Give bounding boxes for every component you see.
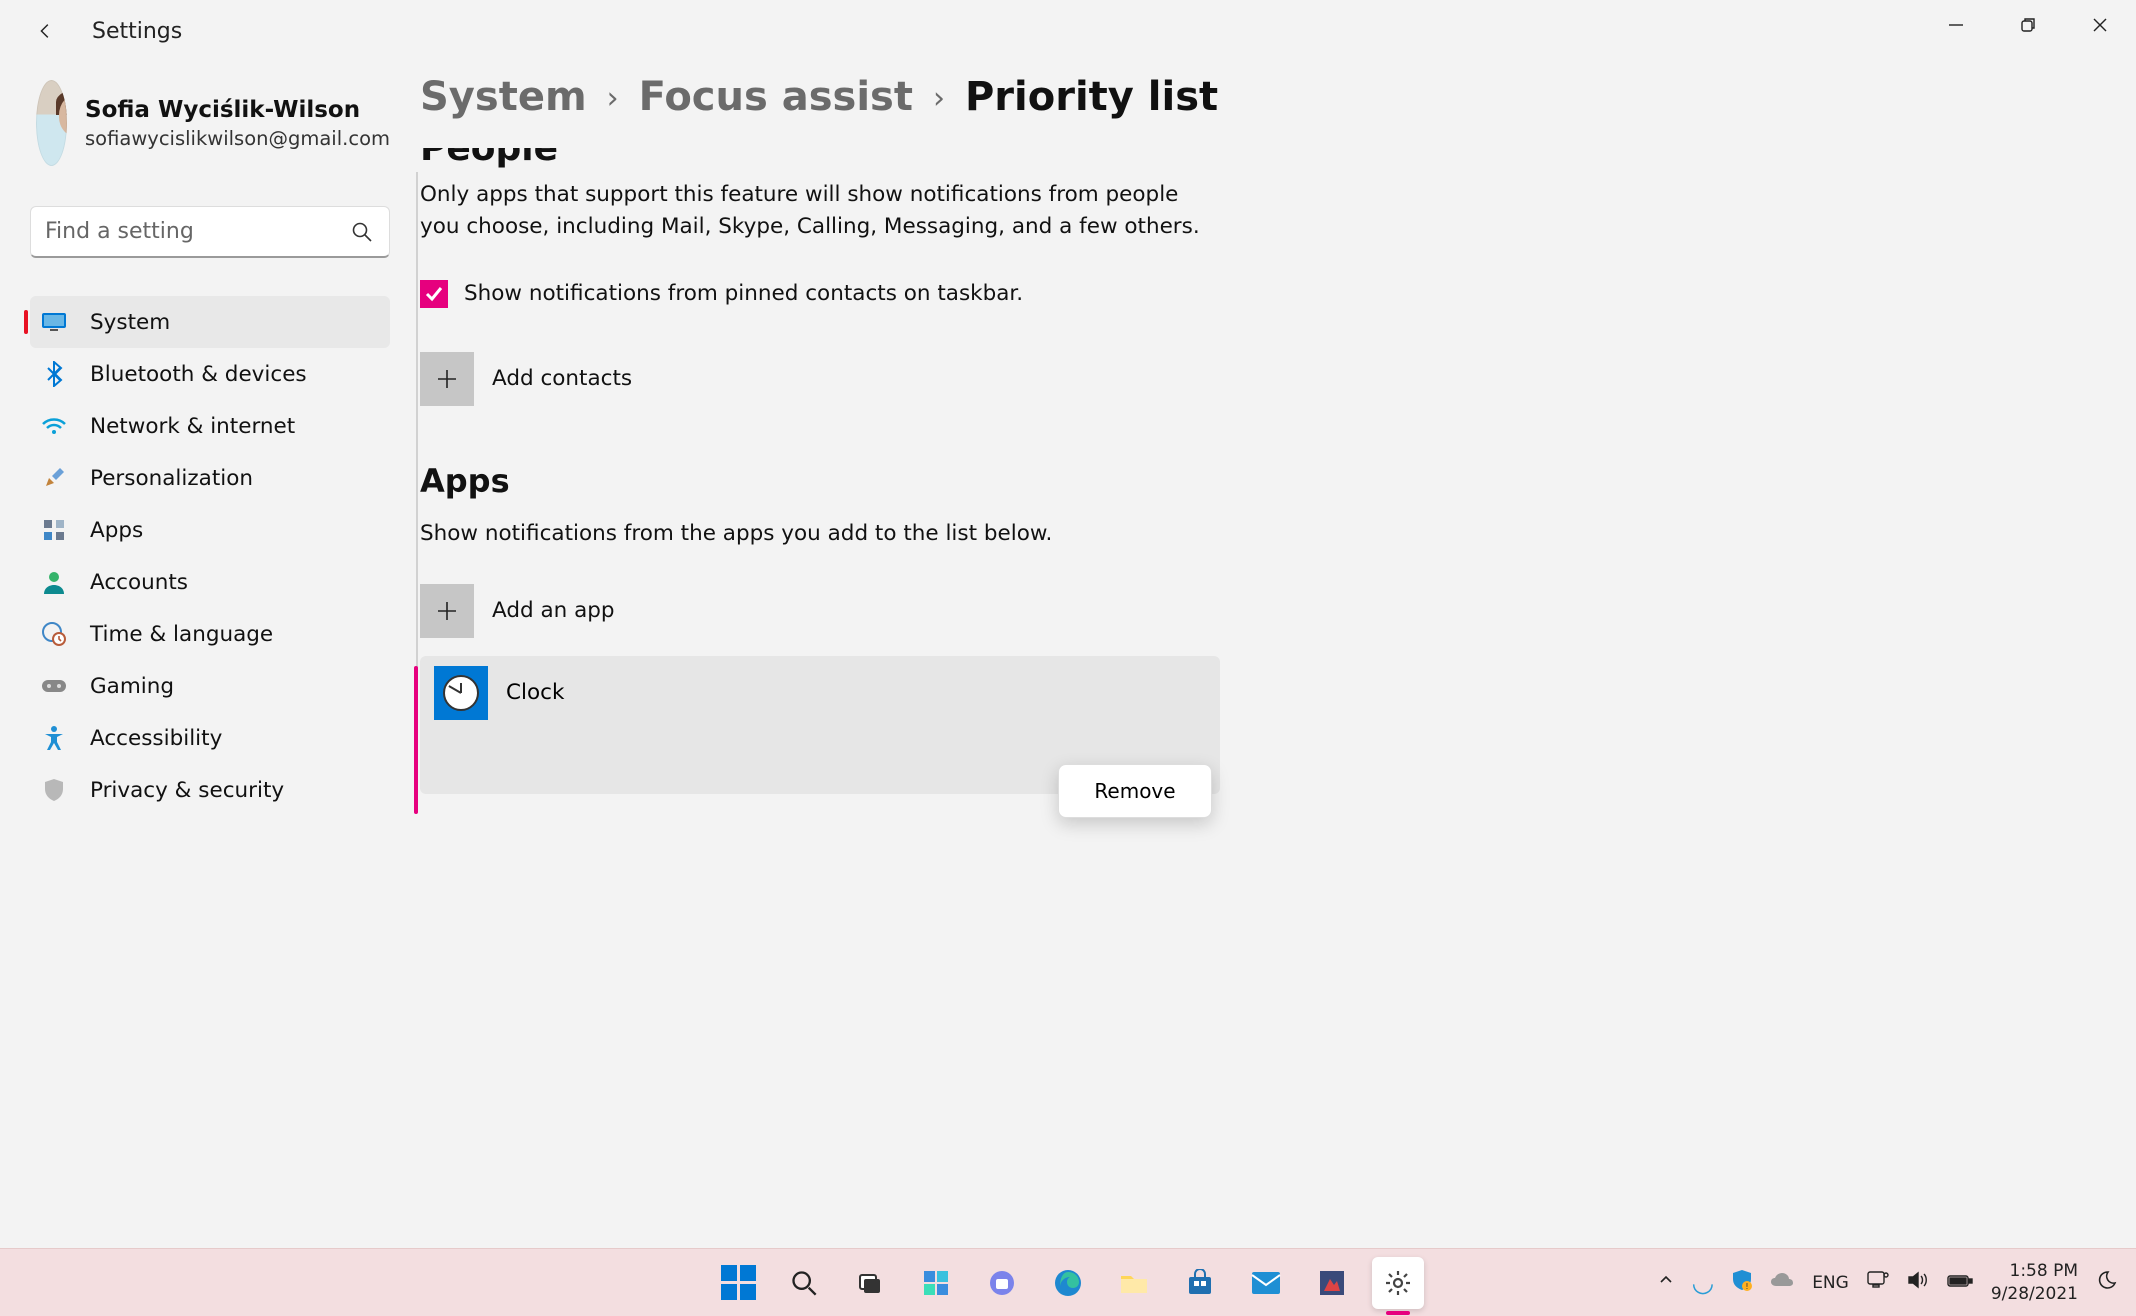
profile-email: sofiawycislikwilson@gmail.com <box>85 127 390 150</box>
sidebar-item-label: Accounts <box>90 570 188 595</box>
edge-icon[interactable] <box>1042 1257 1094 1309</box>
search-input[interactable] <box>30 206 390 258</box>
context-menu-label: Remove <box>1094 779 1175 803</box>
tray-volume-icon[interactable] <box>1907 1271 1929 1294</box>
maximize-button[interactable] <box>1992 0 2064 50</box>
monitor-icon <box>40 308 68 336</box>
breadcrumb-item[interactable]: Focus assist <box>639 74 913 120</box>
sidebar-item-label: Bluetooth & devices <box>90 362 307 387</box>
section-heading-apps: Apps <box>420 462 2096 500</box>
close-button[interactable] <box>2064 0 2136 50</box>
widgets-icon[interactable] <box>910 1257 962 1309</box>
task-view-icon[interactable] <box>844 1257 896 1309</box>
tray-security-icon[interactable]: ! <box>1732 1269 1752 1296</box>
system-tray: ◡ ! ENG 1:58 PM 9/28/2021 <box>1658 1260 2119 1304</box>
brush-icon <box>40 464 68 492</box>
gamepad-icon <box>40 672 68 700</box>
profile-name: Sofia Wyciślik-Wilson <box>85 97 390 123</box>
pinned-contacts-checkbox-row[interactable]: Show notifications from pinned contacts … <box>420 280 2096 308</box>
add-app-label: Add an app <box>492 598 615 623</box>
sidebar-item-label: Accessibility <box>90 726 222 751</box>
sidebar-item-network[interactable]: Network & internet <box>30 400 390 452</box>
sidebar-item-bluetooth[interactable]: Bluetooth & devices <box>30 348 390 400</box>
sidebar-item-accounts[interactable]: Accounts <box>30 556 390 608</box>
globe-clock-icon <box>40 620 68 648</box>
breadcrumb: System › Focus assist › Priority list <box>420 74 2096 120</box>
tray-focus-icon[interactable] <box>2096 1269 2118 1296</box>
avatar <box>36 80 67 166</box>
sidebar-item-label: Network & internet <box>90 414 295 439</box>
bluetooth-icon <box>40 360 68 388</box>
people-description: Only apps that support this feature will… <box>420 179 1220 244</box>
checkbox-checked-icon[interactable] <box>420 280 448 308</box>
apps-icon <box>40 516 68 544</box>
sidebar-item-label: Gaming <box>90 674 174 699</box>
tray-time: 1:58 PM <box>1991 1260 2078 1282</box>
sidebar-item-gaming[interactable]: Gaming <box>30 660 390 712</box>
section-heading-people: People <box>420 128 2096 169</box>
tray-language[interactable]: ENG <box>1812 1273 1849 1293</box>
app-list-item-selected[interactable]: Clock Remove <box>420 656 1220 794</box>
sidebar-item-time-language[interactable]: Time & language <box>30 608 390 660</box>
start-button[interactable] <box>712 1257 764 1309</box>
tray-battery-icon[interactable] <box>1947 1273 1973 1293</box>
window-controls <box>1920 0 2136 50</box>
back-button[interactable] <box>28 13 64 49</box>
tray-touchpad-icon[interactable] <box>1867 1271 1889 1294</box>
svg-text:!: ! <box>1746 1282 1749 1291</box>
add-app-button[interactable]: Add an app <box>420 584 2096 638</box>
profile-block[interactable]: Sofia Wyciślik-Wilson sofiawycislikwilso… <box>30 80 390 166</box>
plus-icon <box>420 352 474 406</box>
store-icon[interactable] <box>1174 1257 1226 1309</box>
breadcrumb-item[interactable]: System <box>420 74 587 120</box>
context-menu-remove[interactable]: Remove <box>1058 764 1212 818</box>
shield-icon <box>40 776 68 804</box>
sidebar-item-label: Time & language <box>90 622 273 647</box>
clock-app-icon <box>434 666 488 720</box>
chevron-right-icon: › <box>607 81 619 116</box>
person-icon <box>40 568 68 596</box>
sidebar-item-personalization[interactable]: Personalization <box>30 452 390 504</box>
tray-app-icon[interactable]: ◡ <box>1692 1268 1715 1298</box>
sidebar-item-label: Personalization <box>90 466 253 491</box>
file-explorer-icon[interactable] <box>1108 1257 1160 1309</box>
chevron-right-icon: › <box>933 81 945 116</box>
add-contacts-label: Add contacts <box>492 366 632 391</box>
taskbar: ◡ ! ENG 1:58 PM 9/28/2021 <box>0 1248 2136 1316</box>
search-taskbar-icon[interactable] <box>778 1257 830 1309</box>
minimize-button[interactable] <box>1920 0 1992 50</box>
titlebar: Settings <box>0 0 2136 62</box>
tray-date: 9/28/2021 <box>1991 1283 2078 1305</box>
sidebar: Sofia Wyciślik-Wilson sofiawycislikwilso… <box>0 62 420 1248</box>
add-contacts-button[interactable]: Add contacts <box>420 352 2096 406</box>
checkbox-label: Show notifications from pinned contacts … <box>464 281 1023 306</box>
sidebar-item-accessibility[interactable]: Accessibility <box>30 712 390 764</box>
sidebar-item-label: Apps <box>90 518 143 543</box>
pinned-app-icon[interactable] <box>1306 1257 1358 1309</box>
taskbar-center <box>712 1257 1424 1309</box>
plus-icon <box>420 584 474 638</box>
tray-onedrive-icon[interactable] <box>1770 1272 1794 1293</box>
sidebar-item-label: System <box>90 310 170 335</box>
sidebar-item-system[interactable]: System <box>30 296 390 348</box>
tray-overflow-icon[interactable] <box>1658 1272 1674 1293</box>
teams-icon[interactable] <box>976 1257 1028 1309</box>
main-content: System › Focus assist › Priority list Pe… <box>420 62 2136 1248</box>
mail-icon[interactable] <box>1240 1257 1292 1309</box>
search-icon <box>350 220 374 248</box>
apps-description: Show notifications from the apps you add… <box>420 518 1220 550</box>
sidebar-item-label: Privacy & security <box>90 778 284 803</box>
app-name-label: Clock <box>506 680 564 705</box>
accessibility-icon <box>40 724 68 752</box>
app-name: Settings <box>92 19 182 44</box>
tray-datetime[interactable]: 1:58 PM 9/28/2021 <box>1991 1260 2078 1304</box>
wifi-icon <box>40 412 68 440</box>
breadcrumb-item-current: Priority list <box>965 74 1218 120</box>
search-box[interactable] <box>30 206 390 258</box>
settings-taskbar-icon[interactable] <box>1372 1257 1424 1309</box>
sidebar-item-privacy[interactable]: Privacy & security <box>30 764 390 816</box>
nav-list: System Bluetooth & devices Network & int… <box>30 296 390 816</box>
sidebar-item-apps[interactable]: Apps <box>30 504 390 556</box>
